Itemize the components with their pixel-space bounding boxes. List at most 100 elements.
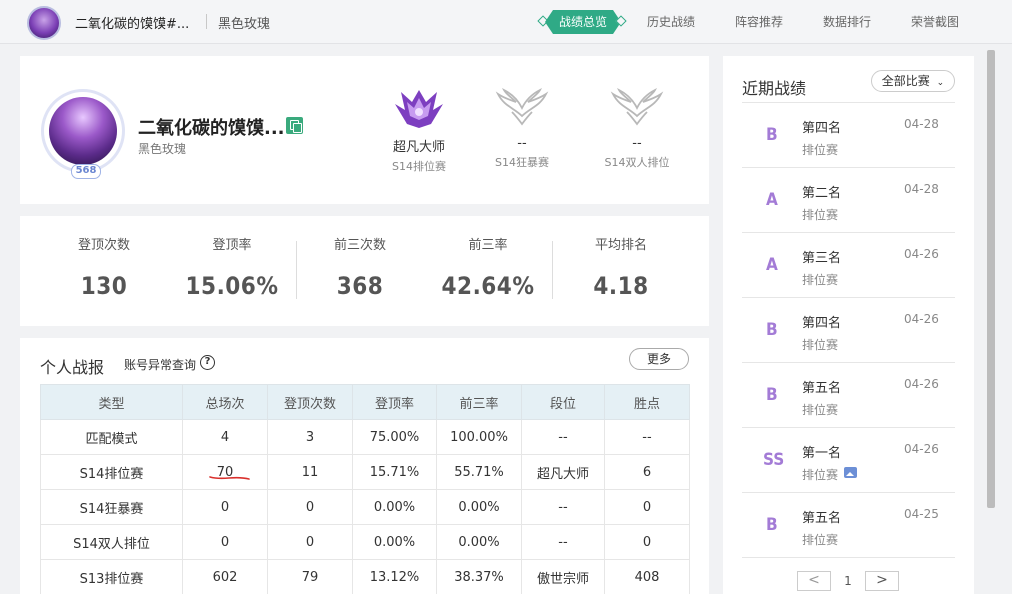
chevron-down-icon: ⌄ [936, 78, 945, 88]
column-header: 段位 [521, 384, 605, 420]
help-icon[interactable]: ? [200, 355, 215, 370]
match-item[interactable]: SS 第一名 排位赛 04-26 [742, 427, 955, 492]
stat-avg-rank: 平均排名 4.18 [557, 234, 685, 300]
tab-history[interactable]: 历史战绩 [647, 10, 695, 34]
table-cell: -- [521, 489, 605, 525]
table-cell: S14双人排位 [40, 524, 183, 560]
table-cell: 匹配模式 [40, 419, 183, 455]
recent-title: 近期战绩 [742, 79, 807, 98]
grade-badge: SS [763, 450, 785, 470]
rank-name: 超凡大师 [392, 140, 445, 155]
table-row: S14狂暴赛 0 0 0.00% 0.00% -- 0 [40, 489, 690, 525]
rank-name: -- [517, 136, 527, 151]
rank-ranked[interactable]: 超凡大师 S14排位赛 [369, 86, 469, 174]
grade-badge: A [766, 255, 778, 275]
avatar[interactable]: 568 [41, 89, 125, 179]
table-cell: 0 [267, 524, 353, 560]
match-mode: 排位赛 [802, 273, 839, 287]
grade-badge: B [766, 320, 778, 340]
divider [206, 14, 207, 29]
tab-overview[interactable]: 战绩总览 [545, 10, 621, 34]
table-cell: S14排位赛 [40, 454, 183, 490]
match-mode: 排位赛 [802, 143, 839, 157]
match-place: 第三名 [802, 251, 842, 266]
red-underline-annotation [209, 476, 250, 480]
match-item[interactable]: B 第四名 排位赛 04-26 [742, 297, 955, 362]
stat-top3-rate: 前三率 42.64% [424, 234, 552, 300]
match-date: 04-28 [904, 117, 939, 131]
personal-report-card: 个人战报 账号异常查询 ? 更多 类型 总场次 登顶次数 登顶率 前三率 段位 … [20, 338, 709, 594]
match-date: 04-25 [904, 507, 939, 521]
table-row: 匹配模式 4 3 75.00% 100.00% -- -- [40, 419, 690, 455]
table-cell: 408 [604, 559, 690, 594]
unranked-emblem-icon [610, 87, 664, 126]
prev-page-button[interactable]: < [797, 571, 831, 591]
more-button[interactable]: 更多 [629, 348, 689, 370]
table-row: S14双人排位 0 0 0.00% 0.00% -- 0 [40, 524, 690, 560]
table-cell: 55.71% [436, 454, 522, 490]
match-filter-dropdown[interactable]: 全部比赛 ⌄ [871, 70, 955, 92]
column-header: 胜点 [604, 384, 690, 420]
top-avatar[interactable] [27, 6, 61, 40]
table-cell: 傲世宗师 [521, 559, 605, 594]
match-mode: 排位赛 [802, 208, 839, 222]
match-item[interactable]: B 第五名 排位赛 04-25 [742, 492, 955, 557]
match-place: 第五名 [802, 511, 842, 526]
grade-badge: A [766, 190, 778, 210]
match-item[interactable]: A 第二名 排位赛 04-28 [742, 167, 955, 232]
next-page-button[interactable]: > [865, 571, 899, 591]
match-item[interactable]: B 第四名 排位赛 04-28 [742, 102, 955, 167]
match-place: 第一名 [802, 446, 842, 461]
match-date: 04-26 [904, 247, 939, 261]
table-cell: 0 [182, 489, 268, 525]
current-page: 1 [844, 574, 852, 588]
match-item[interactable]: B 第五名 排位赛 04-26 [742, 362, 955, 427]
match-mode: 排位赛 [802, 403, 839, 417]
column-header: 登顶率 [352, 384, 437, 420]
table-cell: 38.37% [436, 559, 522, 594]
column-header: 类型 [40, 384, 183, 420]
top-player-name: 二氧化碳的馍馍#... [75, 17, 190, 32]
divider [742, 557, 955, 558]
table-cell: -- [521, 524, 605, 560]
match-date: 04-26 [904, 312, 939, 326]
rank-hyper[interactable]: -- S14狂暴赛 [472, 86, 572, 170]
table-cell: S14狂暴赛 [40, 489, 183, 525]
stat-label: 平均排名 [594, 238, 647, 253]
tab-ranking[interactable]: 数据排行 [823, 10, 871, 34]
table-cell: 0.00% [352, 524, 437, 560]
account-check-link[interactable]: 账号异常查询 [124, 356, 196, 373]
column-header: 总场次 [182, 384, 268, 420]
table-cell: 11 [267, 454, 353, 490]
stat-value: 368 [336, 272, 384, 300]
stat-label: 登顶率 [212, 238, 252, 253]
rank-duo[interactable]: -- S14双人排位 [587, 86, 687, 170]
scrollbar[interactable] [987, 50, 995, 508]
match-place: 第二名 [802, 186, 842, 201]
rank-mode: S14狂暴赛 [495, 156, 549, 169]
tab-lineup[interactable]: 阵容推荐 [735, 10, 783, 34]
stats-card: 登顶次数 130 登顶率 15.06% 前三次数 368 前三率 42.64% … [20, 216, 709, 326]
table-cell: 0 [604, 489, 690, 525]
recent-matches-card: 近期战绩 全部比赛 ⌄ B 第四名 排位赛 04-28 A 第二名 排位赛 04… [723, 56, 974, 594]
table-header-row: 类型 总场次 登顶次数 登顶率 前三率 段位 胜点 [40, 384, 690, 420]
rank-name: -- [632, 136, 642, 151]
match-item[interactable]: A 第三名 排位赛 04-26 [742, 232, 955, 297]
table-cell: 6 [604, 454, 690, 490]
column-header: 前三率 [436, 384, 522, 420]
match-place: 第五名 [802, 381, 842, 396]
profile-card: 568 二氧化碳的馍馍... 黑色玫瑰 超凡大师 S14排位赛 -- S14狂暴… [20, 56, 709, 204]
level-badge: 568 [71, 164, 101, 179]
copy-icon[interactable] [286, 117, 303, 134]
stat-top1-rate: 登顶率 15.06% [168, 234, 296, 300]
table-cell: 0 [267, 489, 353, 525]
table-cell: 70 [182, 454, 268, 490]
tab-screenshots[interactable]: 荣誉截图 [911, 10, 959, 34]
screenshot-icon[interactable] [844, 467, 857, 478]
table-cell: 13.12% [352, 559, 437, 594]
table-cell: 0.00% [352, 489, 437, 525]
avatar-image [49, 97, 117, 165]
match-date: 04-26 [904, 442, 939, 456]
player-title: 黑色玫瑰 [138, 142, 187, 156]
column-header: 登顶次数 [267, 384, 353, 420]
